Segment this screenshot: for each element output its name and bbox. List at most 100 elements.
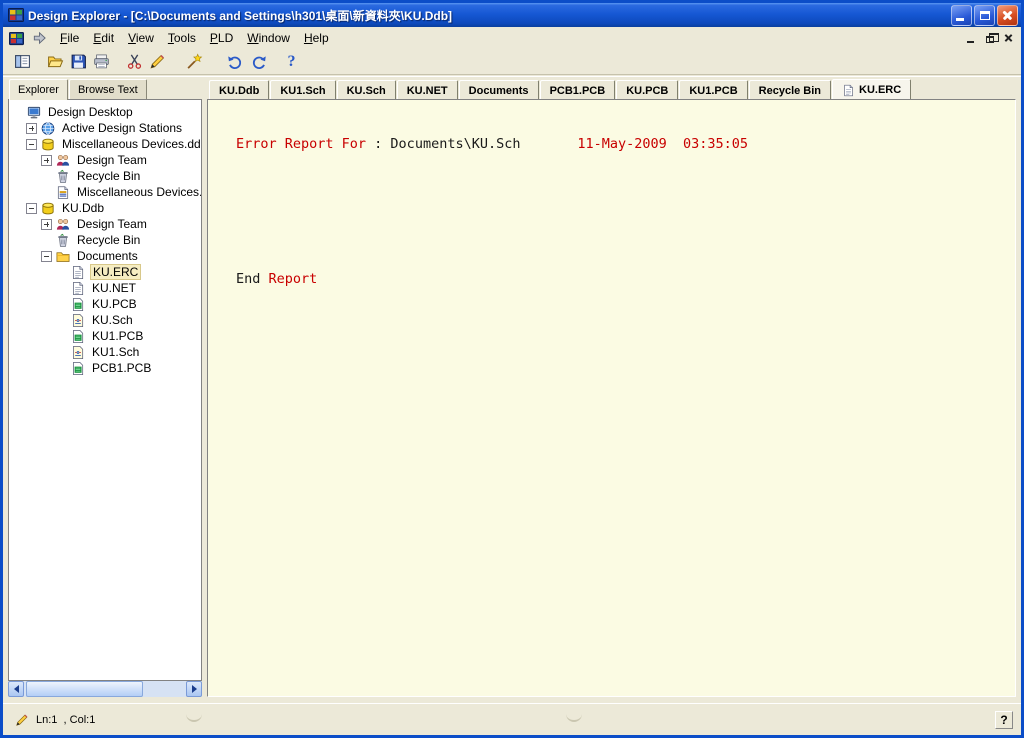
doc-tab-ku-erc[interactable]: KU.ERC (832, 79, 911, 99)
scroll-right-button[interactable] (186, 681, 202, 697)
recycle-bin-icon (55, 233, 71, 248)
design-manager-button[interactable] (11, 50, 34, 73)
doc-tab-ku1-sch[interactable]: KU1.Sch (270, 80, 335, 99)
indent-spacer (56, 299, 67, 310)
redo-button[interactable] (247, 50, 270, 73)
tree-item-label: Miscellaneous Devices.ddb (60, 137, 202, 151)
tree-item-ku-pcb[interactable]: KU.PCB (9, 296, 201, 312)
tree-item-ku-sch[interactable]: KU.Sch (9, 312, 201, 328)
doc-tab-recycle-bin[interactable]: Recycle Bin (749, 80, 831, 99)
cut-button[interactable] (123, 50, 146, 73)
tree-item-ku-erc[interactable]: KU.ERC (9, 264, 201, 280)
mdi-restore-icon (986, 36, 994, 43)
menu-help[interactable]: Help (297, 29, 336, 47)
arrow-icon (32, 31, 47, 46)
menu-tools[interactable]: Tools (161, 29, 203, 47)
collapse-icon[interactable] (41, 251, 52, 262)
maximize-button[interactable] (974, 5, 995, 26)
tab-explorer[interactable]: Explorer (9, 79, 68, 100)
indent-spacer (56, 363, 67, 374)
doc-tab-ku-pcb[interactable]: KU.PCB (616, 80, 678, 99)
pcb-document-icon (70, 361, 86, 376)
menu-pld[interactable]: PLD (203, 29, 240, 47)
tree-item-design-team[interactable]: Design Team (9, 216, 201, 232)
tree-item-label: KU.PCB (90, 297, 139, 311)
help-icon: ? (1000, 713, 1007, 727)
report-blank-line (236, 227, 1015, 242)
tree-item-pcb1-pcb[interactable]: PCB1.PCB (9, 360, 201, 376)
scrollbar-track[interactable] (24, 681, 186, 697)
open-button[interactable] (44, 50, 67, 73)
indent-spacer (41, 235, 52, 246)
horizontal-scrollbar[interactable] (8, 681, 202, 697)
recycle-bin-icon (55, 169, 71, 184)
save-button[interactable] (67, 50, 90, 73)
tree-item-label: Active Design Stations (60, 121, 184, 135)
main-toolbar: ? (3, 49, 1021, 74)
redo-icon (250, 53, 267, 70)
tree-item-label: KU.Ddb (60, 201, 106, 215)
tree-item-active-design-stations[interactable]: Active Design Stations (9, 120, 201, 136)
tree-item-documents[interactable]: Documents (9, 248, 201, 264)
tree-item-misc-devices-lib[interactable]: Miscellaneous Devices.lib (9, 184, 201, 200)
indent-spacer (56, 283, 67, 294)
error-report-view[interactable]: Error Report For : Documents\KU.Sch 11-M… (207, 99, 1016, 697)
scroll-left-button[interactable] (8, 681, 24, 697)
title-bar[interactable]: Design Explorer - [C:\Documents and Sett… (3, 3, 1021, 27)
tree-item-misc-devices-ddb[interactable]: Miscellaneous Devices.ddb (9, 136, 201, 152)
menu-edit[interactable]: Edit (86, 29, 121, 47)
wand-button[interactable] (183, 50, 206, 73)
report-header-line: Error Report For : Documents\KU.Sch 11-M… (236, 137, 1015, 152)
collapse-icon[interactable] (26, 139, 37, 150)
mdi-window-controls (960, 31, 1017, 46)
expand-icon[interactable] (41, 155, 52, 166)
tree-item-label: Design Team (75, 153, 149, 167)
doc-tab-documents[interactable]: Documents (459, 80, 539, 99)
mdi-close-button[interactable] (1000, 31, 1017, 46)
expand-icon[interactable] (26, 123, 37, 134)
status-help-button[interactable]: ? (995, 711, 1013, 729)
close-button[interactable] (997, 5, 1018, 26)
pencil-button[interactable] (146, 50, 169, 73)
app-icon (8, 7, 24, 23)
tree-item-recycle-bin[interactable]: Recycle Bin (9, 168, 201, 184)
indent-spacer (12, 107, 23, 118)
window-title: Design Explorer - [C:\Documents and Sett… (28, 7, 949, 24)
menu-bar: File Edit View Tools PLD Window Help (3, 27, 1021, 49)
print-button[interactable] (90, 50, 113, 73)
print-icon (93, 53, 110, 70)
text-document-icon (842, 84, 855, 97)
tree-item-recycle-bin[interactable]: Recycle Bin (9, 232, 201, 248)
doc-tab-ku-sch[interactable]: KU.Sch (337, 80, 396, 99)
menu-file[interactable]: File (53, 29, 86, 47)
design-tree: Design Desktop Active Design Stations Mi… (8, 99, 202, 681)
collapse-icon[interactable] (26, 203, 37, 214)
mdi-minimize-button[interactable] (962, 31, 979, 46)
tree-item-ku-net[interactable]: KU.NET (9, 280, 201, 296)
doc-tab-ku1-pcb[interactable]: KU1.PCB (679, 80, 747, 99)
report-end-line: End Report (236, 272, 1015, 287)
tree-item-label: Miscellaneous Devices.lib (75, 185, 202, 199)
tree-item-design-team[interactable]: Design Team (9, 152, 201, 168)
minimize-button[interactable] (951, 5, 972, 26)
report-keyword: Error Report For (236, 136, 366, 152)
indent-spacer (56, 331, 67, 342)
indent-spacer (41, 187, 52, 198)
report-blank-line (236, 182, 1015, 197)
doc-tab-pcb1-pcb[interactable]: PCB1.PCB (540, 80, 616, 99)
mdi-restore-button[interactable] (981, 31, 998, 46)
menu-window[interactable]: Window (240, 29, 297, 47)
doc-tab-ku-ddb[interactable]: KU.Ddb (209, 80, 269, 99)
tree-item-ku-ddb[interactable]: KU.Ddb (9, 200, 201, 216)
expand-icon[interactable] (41, 219, 52, 230)
tree-item-label: KU.NET (90, 281, 138, 295)
tree-item-design-desktop[interactable]: Design Desktop (9, 104, 201, 120)
tab-browse-text[interactable]: Browse Text (69, 79, 147, 99)
scrollbar-thumb[interactable] (26, 681, 143, 697)
help-button[interactable]: ? (280, 50, 303, 73)
tree-item-ku1-pcb[interactable]: KU1.PCB (9, 328, 201, 344)
menu-view[interactable]: View (121, 29, 161, 47)
doc-tab-ku-net[interactable]: KU.NET (397, 80, 458, 99)
tree-item-ku1-sch[interactable]: KU1.Sch (9, 344, 201, 360)
undo-button[interactable] (224, 50, 247, 73)
